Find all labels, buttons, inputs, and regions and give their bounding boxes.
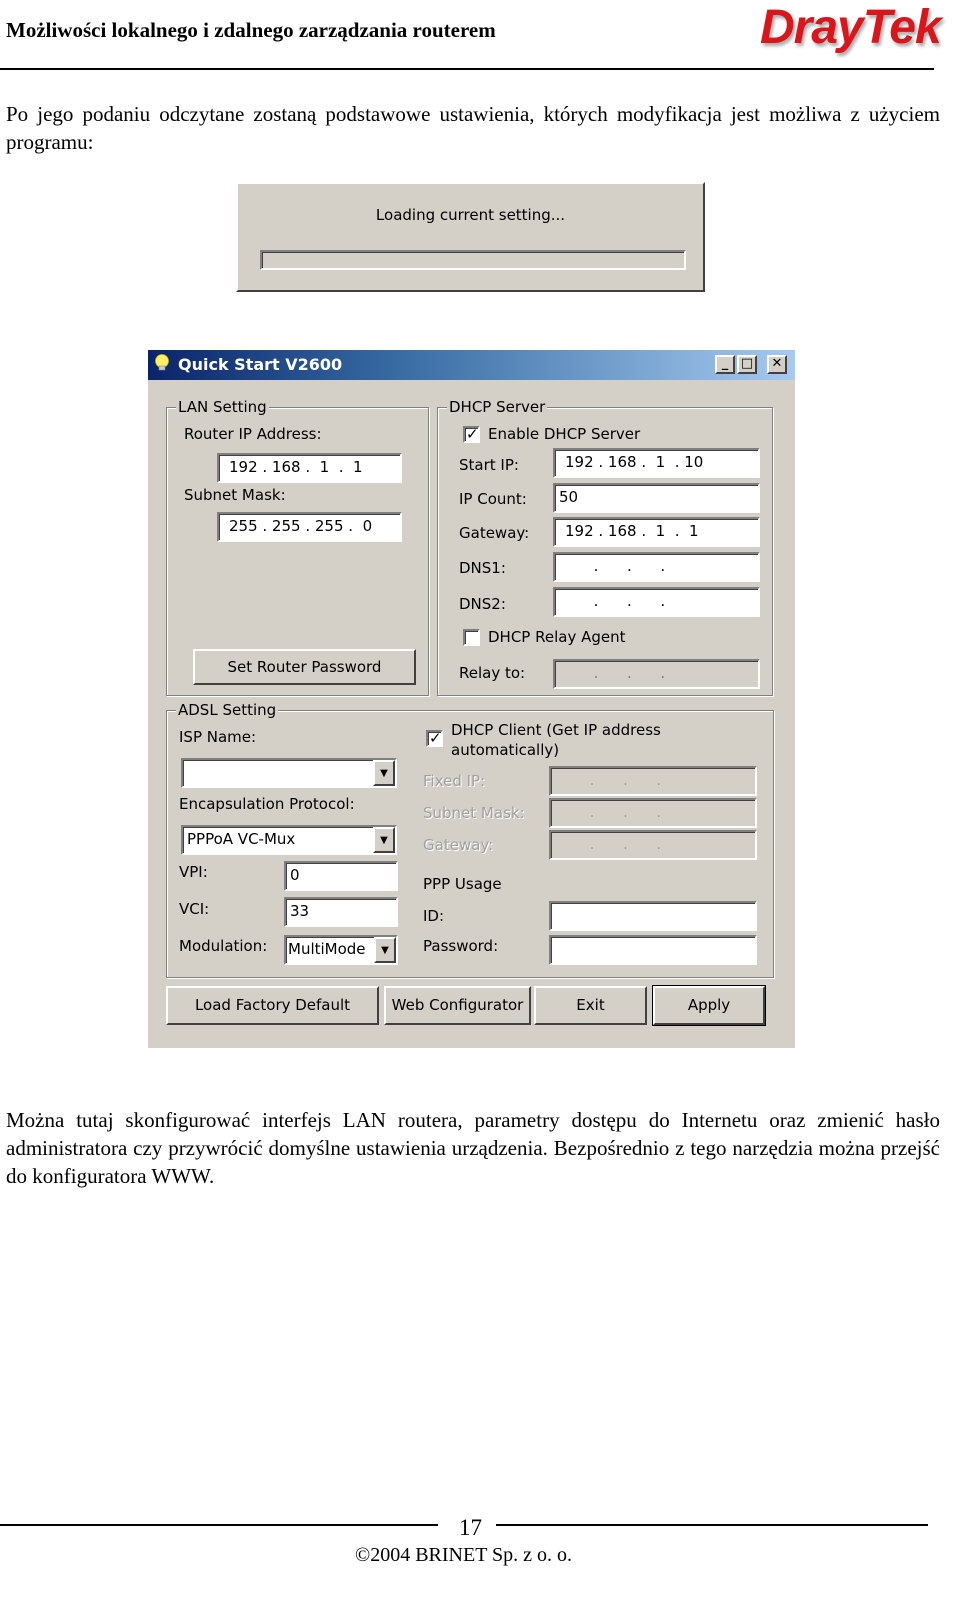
dhcp-relay-label: DHCP Relay Agent	[488, 628, 626, 646]
dhcp-client-checkbox[interactable]: ✓	[426, 729, 443, 747]
ip-count-input[interactable]: 50	[553, 483, 760, 513]
vpi-value: 0	[290, 866, 300, 884]
set-router-password-button[interactable]: Set Router Password	[193, 649, 416, 685]
vpi-input[interactable]: 0	[284, 861, 398, 891]
exit-button[interactable]: Exit	[534, 986, 647, 1025]
ppp-id-input[interactable]	[549, 901, 757, 931]
intro-paragraph: Po jego podaniu odczytane zostaną podsta…	[6, 102, 940, 154]
start-ip-value: 192 . 168 . 1 . 10	[565, 453, 704, 471]
ppp-usage-label: PPP Usage	[423, 875, 502, 893]
wan-subnet-value: . . .	[561, 803, 662, 821]
modulation-label: Modulation:	[179, 937, 268, 955]
draytek-logo: DrayTek	[760, 1, 942, 54]
relay-to-value: . . .	[565, 664, 666, 682]
subnet-mask-value: 255 . 255 . 255 . 0	[229, 517, 373, 535]
loading-progress-bar	[260, 250, 686, 270]
vci-label: VCI:	[179, 900, 210, 918]
footer-rule-left	[0, 1524, 438, 1526]
encapsulation-combo[interactable]: PPPoA VC-Mux ▼	[181, 825, 397, 855]
encapsulation-label: Encapsulation Protocol:	[179, 795, 355, 813]
ppp-password-label: Password:	[423, 937, 499, 955]
relay-to-input[interactable]: . . .	[553, 659, 760, 689]
start-ip-input[interactable]: 192 . 168 . 1 . 10	[553, 448, 760, 478]
subnet-mask-label: Subnet Mask:	[184, 486, 286, 504]
dns1-input[interactable]: . . .	[553, 552, 760, 582]
isp-name-combo[interactable]: ▼	[181, 758, 397, 788]
checkmark-icon: ✓	[429, 729, 442, 747]
chevron-down-icon[interactable]: ▼	[374, 937, 396, 963]
dns2-input[interactable]: . . .	[553, 587, 760, 617]
chevron-down-icon[interactable]: ▼	[373, 760, 395, 786]
enable-dhcp-checkbox[interactable]: ✓	[463, 425, 480, 443]
ip-count-value: 50	[559, 488, 579, 506]
vci-input[interactable]: 33	[284, 897, 398, 927]
loading-message: Loading current setting...	[375, 206, 566, 224]
gateway-label: Gateway:	[459, 524, 530, 542]
encapsulation-value: PPPoA VC-Mux	[187, 830, 296, 848]
dhcp-server-label: DHCP Server	[447, 398, 548, 416]
fixed-ip-label: Fixed IP:	[423, 772, 486, 790]
ppp-password-input[interactable]	[549, 935, 757, 965]
subnet-mask-input[interactable]: 255 . 255 . 255 . 0	[217, 512, 402, 542]
wan-gateway-input[interactable]: . . .	[549, 830, 757, 860]
body-paragraph: Można tutaj skonfigurować interfejs LAN …	[6, 1108, 940, 1188]
page-number: 17	[459, 1515, 482, 1540]
dns1-value: . . .	[565, 557, 666, 575]
lan-setting-label: LAN Setting	[176, 398, 269, 416]
vci-value: 33	[290, 902, 310, 920]
router-ip-label: Router IP Address:	[184, 425, 322, 443]
gateway-value: 192 . 168 . 1 . 1	[565, 522, 699, 540]
ip-count-label: IP Count:	[459, 490, 527, 508]
dhcp-client-label-cont: automatically)	[451, 741, 560, 759]
start-ip-label: Start IP:	[459, 456, 519, 474]
dhcp-client-label: DHCP Client (Get IP address	[451, 721, 661, 739]
lightbulb-icon	[155, 354, 169, 371]
gateway-input[interactable]: 192 . 168 . 1 . 1	[553, 517, 760, 547]
checkmark-icon: ✓	[466, 425, 479, 443]
window-titlebar[interactable]: Quick Start V2600 _ □ ✕	[148, 350, 795, 380]
loading-dialog: Loading current setting...	[236, 182, 705, 292]
document-header-title: Możliwości lokalnego i zdalnego zarządza…	[6, 18, 496, 42]
chevron-down-icon[interactable]: ▼	[373, 827, 395, 853]
copyright: ©2004 BRINET Sp. z o. o.	[355, 1544, 573, 1566]
wan-subnet-label: Subnet Mask:	[423, 804, 525, 822]
enable-dhcp-label: Enable DHCP Server	[488, 425, 641, 443]
apply-button[interactable]: Apply	[652, 985, 766, 1026]
wan-gateway-label: Gateway:	[423, 836, 494, 854]
web-configurator-button[interactable]: Web Configurator	[384, 986, 531, 1025]
window-title: Quick Start V2600	[178, 355, 343, 374]
isp-name-label: ISP Name:	[179, 728, 257, 746]
router-ip-value: 192 . 168 . 1 . 1	[229, 458, 363, 476]
dhcp-server-group: DHCP Server ✓ Enable DHCP Server Start I…	[437, 398, 773, 696]
ppp-id-label: ID:	[423, 907, 445, 925]
dns2-label: DNS2:	[459, 595, 506, 613]
maximize-button[interactable]: □	[737, 355, 757, 374]
load-factory-default-button[interactable]: Load Factory Default	[166, 986, 379, 1025]
modulation-value: MultiMode	[288, 940, 366, 958]
modulation-combo[interactable]: MultiMode ▼	[284, 935, 398, 965]
wan-subnet-input[interactable]: . . .	[549, 798, 757, 828]
dns1-label: DNS1:	[459, 559, 506, 577]
dns2-value: . . .	[565, 592, 666, 610]
vpi-label: VPI:	[179, 863, 208, 881]
footer-rule-right	[496, 1524, 928, 1526]
wan-gateway-value: . . .	[561, 835, 662, 853]
relay-to-label: Relay to:	[459, 664, 526, 682]
adsl-setting-group: ADSL Setting ISP Name: ▼ Encapsulation P…	[166, 701, 774, 978]
minimize-button[interactable]: _	[715, 355, 735, 374]
adsl-setting-label: ADSL Setting	[176, 701, 279, 719]
header-divider	[0, 68, 934, 70]
close-button[interactable]: ✕	[767, 355, 787, 374]
router-ip-input[interactable]: 192 . 168 . 1 . 1	[217, 453, 402, 483]
fixed-ip-value: . . .	[561, 771, 662, 789]
fixed-ip-input[interactable]: . . .	[549, 766, 757, 796]
dhcp-relay-checkbox[interactable]	[463, 629, 480, 646]
quick-start-window: Quick Start V2600 _ □ ✕ LAN Setting Rout…	[148, 350, 795, 1048]
lan-setting-group: LAN Setting Router IP Address: 192 . 168…	[166, 398, 429, 696]
